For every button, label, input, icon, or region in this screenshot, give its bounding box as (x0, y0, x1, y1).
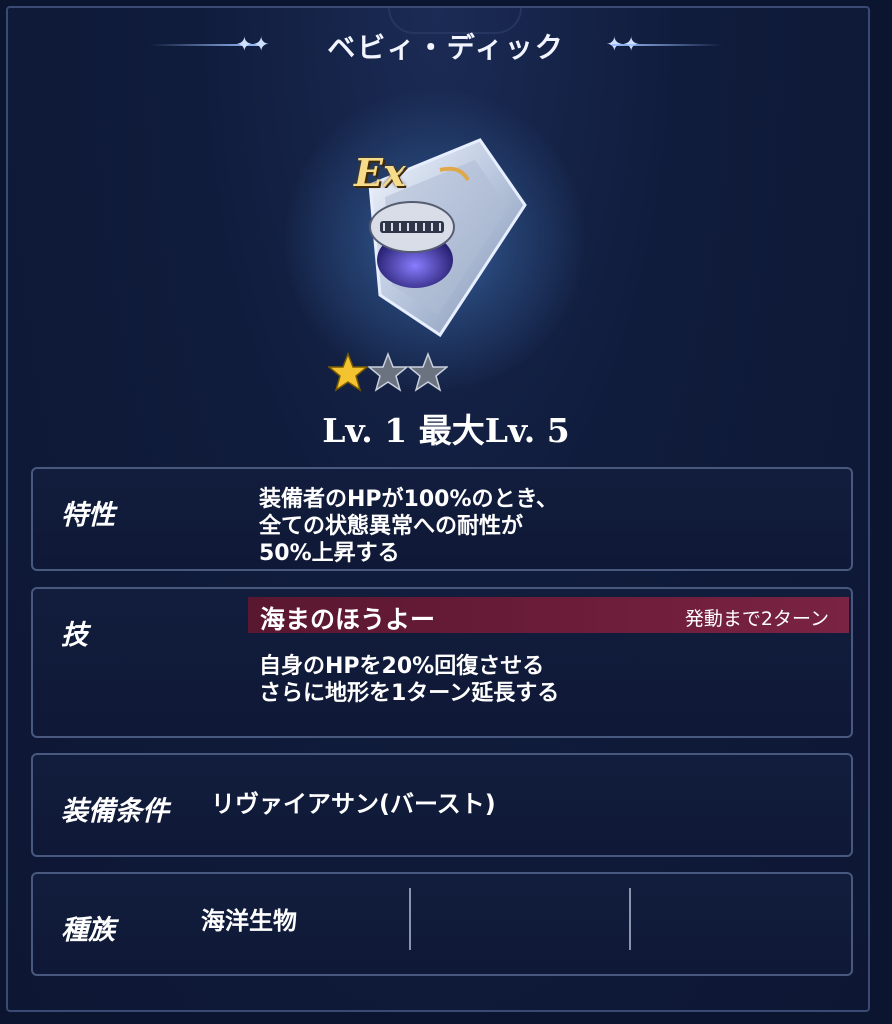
race-divider (409, 888, 411, 950)
race-value: 海洋生物 (201, 907, 297, 935)
trait-line: 50%上昇する (259, 541, 400, 566)
item-title: ベビィ・ディック (327, 31, 565, 64)
star-filled-icon (328, 352, 368, 392)
rarity-stars (328, 352, 458, 396)
equip-condition-label: 装備条件 (61, 796, 169, 827)
skill-panel: 技 海まのほうよー 発動まで2ターン 自身のHPを20%回復させる さらに地形を… (31, 587, 853, 738)
skill-line: さらに地形を1ターン延長する (259, 681, 560, 706)
skill-line: 自身のHPを20%回復させる (259, 654, 545, 679)
equip-condition-panel: 装備条件 リヴァイアサン(バースト) (31, 753, 853, 857)
trait-line: 全ての状態異常への耐性が (259, 514, 524, 539)
ex-badge: Ex (354, 150, 406, 195)
trait-panel: 特性 装備者のHPが100%のとき、 全ての状態異常への耐性が 50%上昇する (31, 467, 853, 571)
level-text: Lv. 1 最大Lv. 5 (322, 411, 570, 450)
trait-description: 装備者のHPが100%のとき、 全ての状態異常への耐性が 50%上昇する (259, 486, 558, 567)
race-label: 種族 (61, 915, 115, 946)
title-line-right (612, 44, 722, 46)
equip-condition-value: リヴァイアサン(バースト) (211, 790, 496, 818)
star-empty-icon (368, 352, 408, 392)
trait-label: 特性 (61, 500, 115, 531)
title-bar: ✦✦ ベビィ・ディック ✦✦ (0, 18, 892, 68)
skill-header: 海まのほうよー 発動まで2ターン (248, 597, 849, 634)
trait-line: 装備者のHPが100%のとき、 (259, 487, 558, 512)
skill-name: 海まのほうよー (260, 605, 436, 634)
star-empty-icon (408, 352, 448, 392)
race-divider (629, 888, 631, 950)
skill-label: 技 (61, 620, 88, 651)
skill-description: 自身のHPを20%回復させる さらに地形を1ターン延長する (259, 653, 559, 707)
skill-cooldown: 発動まで2ターン (684, 608, 829, 630)
race-panel: 種族 海洋生物 (31, 872, 853, 976)
